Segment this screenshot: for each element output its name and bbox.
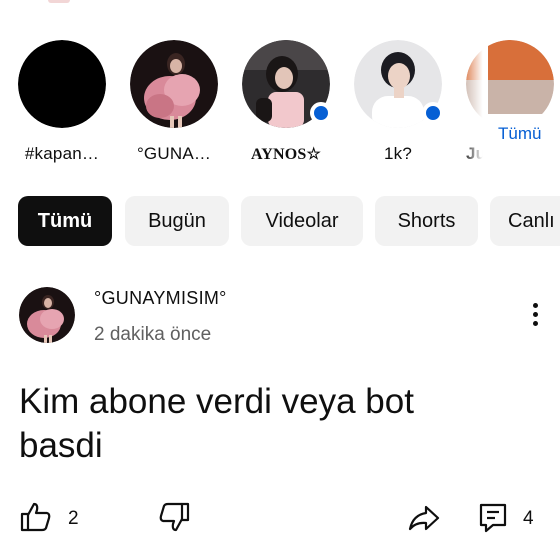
channel-name: #kapan… [24,144,100,163]
share-icon[interactable] [408,504,440,532]
comment-count: 4 [523,508,534,529]
top-edge [0,0,560,6]
top-edge-mark [48,0,70,3]
like-icon[interactable] [20,502,52,532]
chip-live[interactable]: Canlı [490,196,560,246]
channel-item-kapan[interactable]: #kapan… [14,40,110,164]
channel-item-1k[interactable]: 1k? [350,40,446,164]
channel-avatar [18,40,106,128]
post-author-name[interactable]: °GUNAYMISIM° [94,288,227,309]
channel-item-guna[interactable]: °GUNA… [126,40,222,164]
author-avatar[interactable] [19,287,75,343]
channel-name: 1k? [383,144,412,163]
channel-item-aynos[interactable]: AYNOS☆ [238,40,334,164]
channel-name: °GUNA… [136,144,212,163]
all-channels-link[interactable]: Tümü [488,114,560,154]
post-body-text: Kim abone verdi veya bot basdi [19,382,414,465]
chip-today[interactable]: Bugün [125,196,229,246]
new-content-dot [310,102,332,124]
more-options-icon[interactable] [520,300,550,334]
channel-avatar-wrap [130,40,218,128]
channel-avatar-wrap [354,40,444,128]
chip-videos[interactable]: Videolar [241,196,363,246]
post-timestamp: 2 dakika önce [94,324,212,345]
new-content-dot [422,102,444,124]
chip-shorts[interactable]: Shorts [375,196,478,246]
like-count: 2 [68,508,79,529]
chip-all[interactable]: Tümü [18,196,112,246]
subscriptions-channel-row: #kapan… °GUNA… AYNOS☆ 1k? Tümü [0,40,560,180]
channel-row-fade [462,40,488,180]
channel-avatar [130,40,218,128]
channel-avatar-wrap [242,40,332,128]
filter-chip-bar: Tümü Bugün Videolar Shorts Canlı [0,196,560,248]
post-header: °GUNAYMISIM° 2 dakika önce [0,286,560,350]
comment-icon[interactable] [478,502,508,534]
post-action-bar: 2 4 [0,496,560,540]
dislike-icon[interactable] [158,502,190,532]
channel-name: AYNOS☆ [250,146,322,163]
channel-avatar-wrap [18,40,106,128]
